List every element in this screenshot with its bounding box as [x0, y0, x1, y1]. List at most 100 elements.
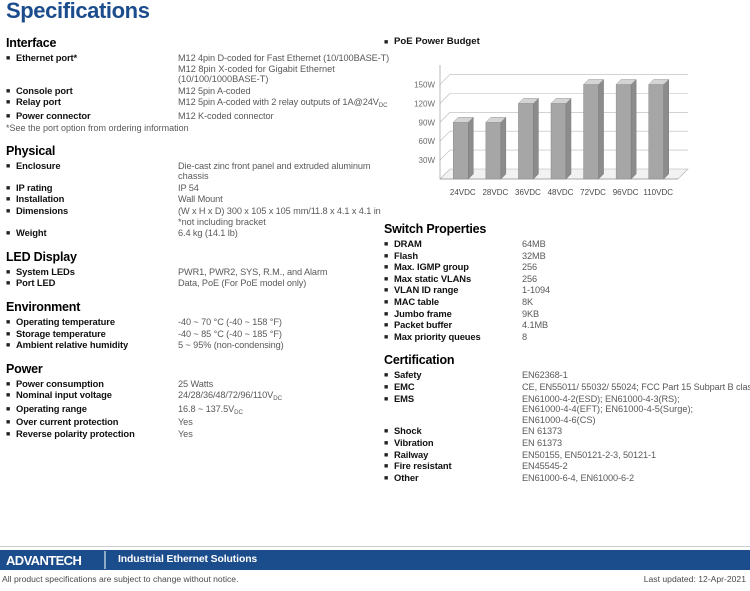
page-title: Specifications [6, 0, 150, 23]
spec-row: Max static VLANs 256 [384, 273, 748, 285]
spec-row: Flash 32MB [384, 250, 748, 262]
spec-value: 8 [522, 331, 528, 342]
spec-value-block: CE, EN55011/ 55032/ 55024; FCC Part 15 S… [522, 381, 750, 393]
bullet-icon [6, 403, 16, 413]
spec-value: EN61000-4-6(CS) [522, 414, 596, 425]
spec-value: 4.1MB [522, 320, 549, 331]
spec-value-block: 8 [522, 331, 750, 343]
spec-value: EN61000-4-2(ESD); EN61000-4-3(RS); [522, 393, 680, 404]
spec-label: Ethernet port* [16, 52, 78, 63]
spec-row: Port LED Data, PoE (For PoE model only) [6, 277, 378, 289]
spec-label: Vibration [394, 436, 434, 448]
spec-label: Operating temperature [16, 315, 115, 327]
spec-value: *not including bracket [178, 216, 266, 227]
spec-value: EN61000-4-4(EFT); EN61000-4-5(Surge); [522, 404, 694, 415]
bullet-icon [384, 250, 394, 260]
section-interface: Interface Ethernet port* M12 4pin D-coded … [6, 36, 389, 133]
chart-heading: PoE Power Budget [384, 36, 748, 47]
bullet-icon [384, 393, 394, 403]
bullet-icon [6, 328, 16, 338]
section-heading: Switch Properties [384, 222, 487, 236]
spec-row: Relay port M12 5pin A-coded with 2 relay … [6, 96, 388, 110]
spec-value-block: 4.1MB [522, 319, 750, 331]
section-heading: Interface [6, 36, 57, 50]
bullet-icon [384, 369, 394, 379]
spec-row: MAC table 8K [384, 296, 748, 308]
spec-label: Enclosure [16, 159, 61, 171]
bullet-icon [384, 331, 394, 341]
section-environment: EnvironmentOperating temperature -40 ~ 70… [6, 300, 378, 351]
bullet-icon [384, 460, 394, 470]
x-tick-label: 72VDC [580, 188, 606, 197]
spec-row: Ethernet port* M12 4pin D-coded for Fast … [6, 52, 389, 85]
y-tick-label: 30W [419, 156, 436, 165]
bullet-icon [6, 52, 16, 62]
spec-label: Max. IGMP group [394, 261, 469, 273]
spec-value: 25 Watts [178, 378, 214, 389]
spec-label: Flash [394, 249, 418, 261]
spec-label: DRAM [394, 238, 422, 249]
bullet-icon [384, 437, 394, 447]
spec-row: DRAM 64MB [384, 238, 748, 250]
bullet-icon [384, 319, 394, 329]
poe-power-budget-section: PoE Power Budget 30W 60W 90W 120W 150W 24VDC 2… [384, 36, 748, 211]
spec-value-block: -40 ~ 70 °C (-40 ~ 158 °F) [178, 316, 388, 328]
y-tick-label: 60W [419, 137, 436, 146]
footer-bar [0, 550, 750, 570]
spec-value-block: Yes [178, 416, 388, 428]
y-tick-label: 150W [414, 80, 435, 89]
spec-value-block: PWR1, PWR2, SYS, R.M., and Alarm [178, 266, 388, 278]
spec-value: Wall Mount [178, 194, 223, 205]
spec-value: CE, EN55011/ 55032/ 55024; FCC Part 15 S… [522, 381, 750, 392]
x-tick-label: 36VDC [515, 188, 541, 197]
spec-label: Storage temperature [16, 327, 106, 339]
spec-value: IP 54 [178, 182, 199, 193]
y-tick-label: 90W [419, 118, 436, 127]
spec-value-block: EN 61373 [522, 437, 750, 449]
bullet-icon [384, 449, 394, 459]
spec-value-block: EN62368-1 [522, 369, 750, 381]
bullet-icon [384, 381, 394, 391]
section-heading: Power [6, 361, 43, 376]
spec-value: 8K [522, 296, 534, 307]
spec-label: Safety [394, 369, 422, 381]
spec-row: EMC CE, EN55011/ 55032/ 55024; FCC Part 1… [384, 381, 750, 393]
chart-bar-side [565, 97, 572, 180]
bullet-icon [384, 261, 394, 271]
spec-row: VLAN ID range 1-1094 [384, 284, 748, 296]
spec-value: 9KB [522, 308, 540, 319]
spec-value: M12 K-coded connector [178, 110, 274, 121]
spec-label: Installation [16, 193, 65, 205]
y-tick-label: 120W [414, 99, 435, 108]
bullet-icon [6, 389, 16, 399]
spec-value-block: 5 ~ 95% (non-condensing) [178, 339, 388, 351]
spec-label: Other [394, 471, 419, 483]
spec-value: EN61000-6-4, EN61000-6-2 [522, 472, 635, 483]
chart-bar [583, 84, 599, 180]
spec-row: Reverse polarity protection Yes [6, 428, 378, 440]
bullet-icon [6, 277, 16, 287]
x-tick-label: 24VDC [450, 188, 476, 197]
bullet-icon [384, 284, 394, 294]
spec-row: Power connector M12 K-coded connector [6, 110, 378, 122]
advantech-logo: ADVANTECH [6, 553, 82, 568]
spec-row: IP rating IP 54 [6, 182, 378, 194]
spec-value-block: M12 5pin A-coded [178, 85, 388, 97]
chart-bar-side [663, 78, 669, 180]
spec-label: Max static VLANs [394, 272, 472, 284]
section-heading: LED Display [6, 249, 77, 264]
chart-bar-side [533, 97, 539, 180]
spec-row: System LEDs PWR1, PWR2, SYS, R.M., and Al… [6, 266, 378, 278]
section-heading: Physical [6, 143, 56, 158]
spec-row: Packet buffer 4.1MB [384, 319, 748, 331]
spec-value-block: EN45545-2 [522, 460, 750, 472]
spec-label: IP rating [16, 181, 53, 193]
spec-label: Relay port [16, 96, 61, 108]
poe-power-budget-chart: 30W 60W 90W 120W 150W 24VDC 28VDC 36VDC 48VDC 72V… [390, 51, 690, 211]
spec-row: Dimensions (W x H x D) 300 x 105 x 105 mm… [6, 205, 381, 227]
footer-disclaimer: All product specifications are subject t… [2, 574, 239, 584]
spec-value: EN50155, EN50121-2-3, 50121-1 [522, 449, 656, 460]
spec-row: Weight 6.4 kg (14.1 lb) [6, 227, 378, 239]
spec-value: (10/100/1000BASE-T) [178, 74, 269, 85]
bullet-icon [6, 428, 16, 438]
